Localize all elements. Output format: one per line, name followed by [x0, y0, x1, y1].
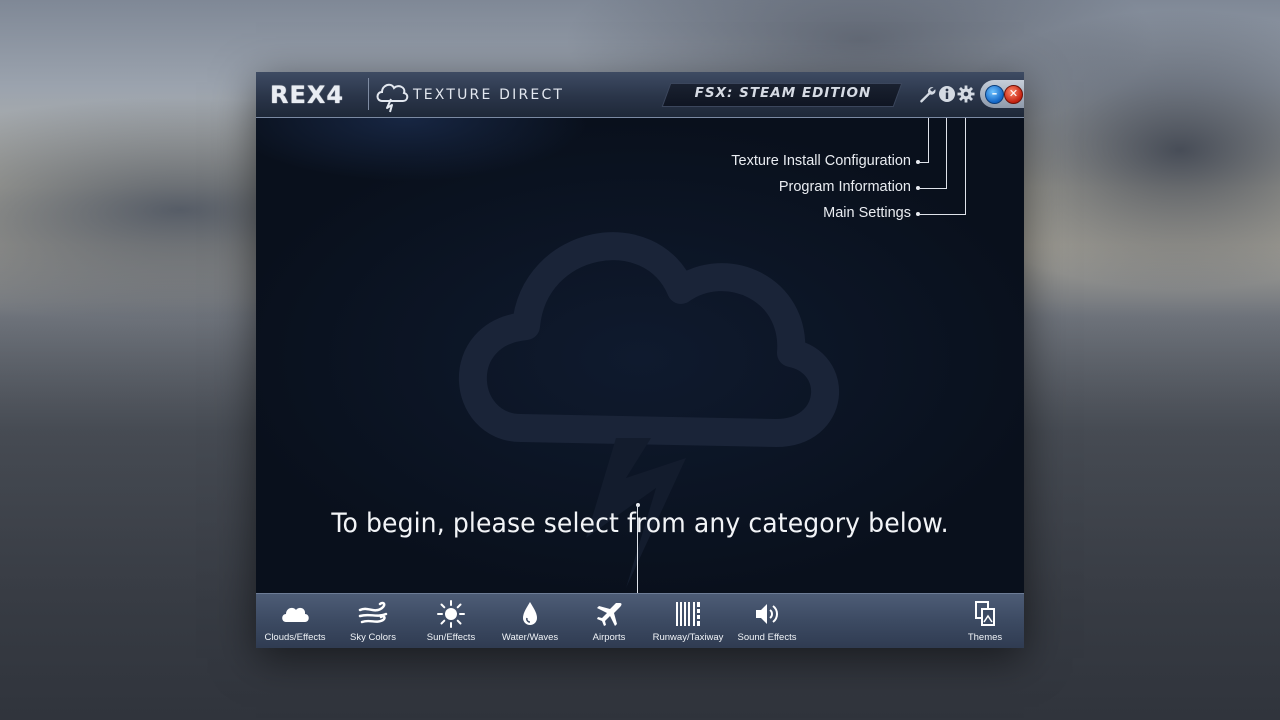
window-controls: – ✕: [980, 80, 1024, 108]
speaker-icon: [752, 600, 782, 628]
category-label: Themes: [950, 632, 1020, 643]
sun-icon: [436, 600, 466, 628]
storm-logo-icon: [374, 77, 410, 113]
instruction-prompt: To begin, please select from any categor…: [283, 508, 997, 539]
category-clouds-effects[interactable]: Clouds/Effects: [260, 594, 330, 648]
wrench-icon[interactable]: [918, 85, 936, 103]
edition-label: FSX: STEAM EDITION: [668, 85, 898, 101]
hint-main-settings: Main Settings: [823, 205, 911, 221]
hint-connector: [946, 118, 947, 189]
wind-icon: [358, 600, 388, 628]
hint-connector: [965, 118, 966, 215]
close-icon: ✕: [1005, 86, 1022, 103]
gear-icon[interactable]: [957, 85, 975, 103]
minimize-icon: –: [986, 86, 1003, 103]
cloud-watermark-icon: [426, 198, 846, 618]
hint-connector: [920, 188, 946, 189]
category-label: Sound Effects: [732, 632, 802, 643]
category-sun-effects[interactable]: Sun/Effects: [416, 594, 486, 648]
category-label: Runway/Taxiway: [650, 632, 726, 643]
runway-icon: [673, 600, 703, 628]
close-button[interactable]: ✕: [1004, 85, 1023, 104]
category-sky-colors[interactable]: Sky Colors: [338, 594, 408, 648]
airplane-icon: [594, 600, 624, 628]
water-drop-icon: [515, 600, 545, 628]
category-label: Sun/Effects: [416, 632, 486, 643]
hint-connector: [928, 118, 929, 163]
title-bar[interactable]: REX4 TEXTURE DIRECT FSX: STEAM EDITION: [256, 72, 1024, 118]
category-water-waves[interactable]: Water/Waves: [494, 594, 566, 648]
hint-connector: [920, 214, 965, 215]
app-window: REX4 TEXTURE DIRECT FSX: STEAM EDITION: [256, 72, 1024, 648]
category-label: Airports: [574, 632, 644, 643]
minimize-button[interactable]: –: [985, 85, 1004, 104]
hint-program-info: Program Information: [779, 179, 911, 195]
category-label: Water/Waves: [494, 632, 566, 643]
category-label: Sky Colors: [338, 632, 408, 643]
product-name: TEXTURE DIRECT: [413, 87, 564, 103]
hint-connector: [920, 162, 928, 163]
category-label: Clouds/Effects: [260, 632, 330, 643]
hint-texture-install: Texture Install Configuration: [731, 153, 911, 169]
themes-icon: [970, 600, 1000, 628]
category-airports[interactable]: Airports: [574, 594, 644, 648]
category-bar: Clouds/Effects Sky Colors Sun/Effects: [256, 593, 1024, 648]
info-icon[interactable]: [938, 85, 956, 103]
category-runway-taxiway[interactable]: Runway/Taxiway: [650, 594, 726, 648]
category-themes[interactable]: Themes: [950, 594, 1020, 648]
rex-logo: REX4: [270, 81, 344, 107]
cloud-icon: [280, 600, 310, 628]
main-area: Texture Install Configuration Program In…: [256, 118, 1024, 593]
category-sound-effects[interactable]: Sound Effects: [732, 594, 802, 648]
prompt-connector: [637, 505, 638, 593]
logo-divider: [368, 78, 369, 110]
